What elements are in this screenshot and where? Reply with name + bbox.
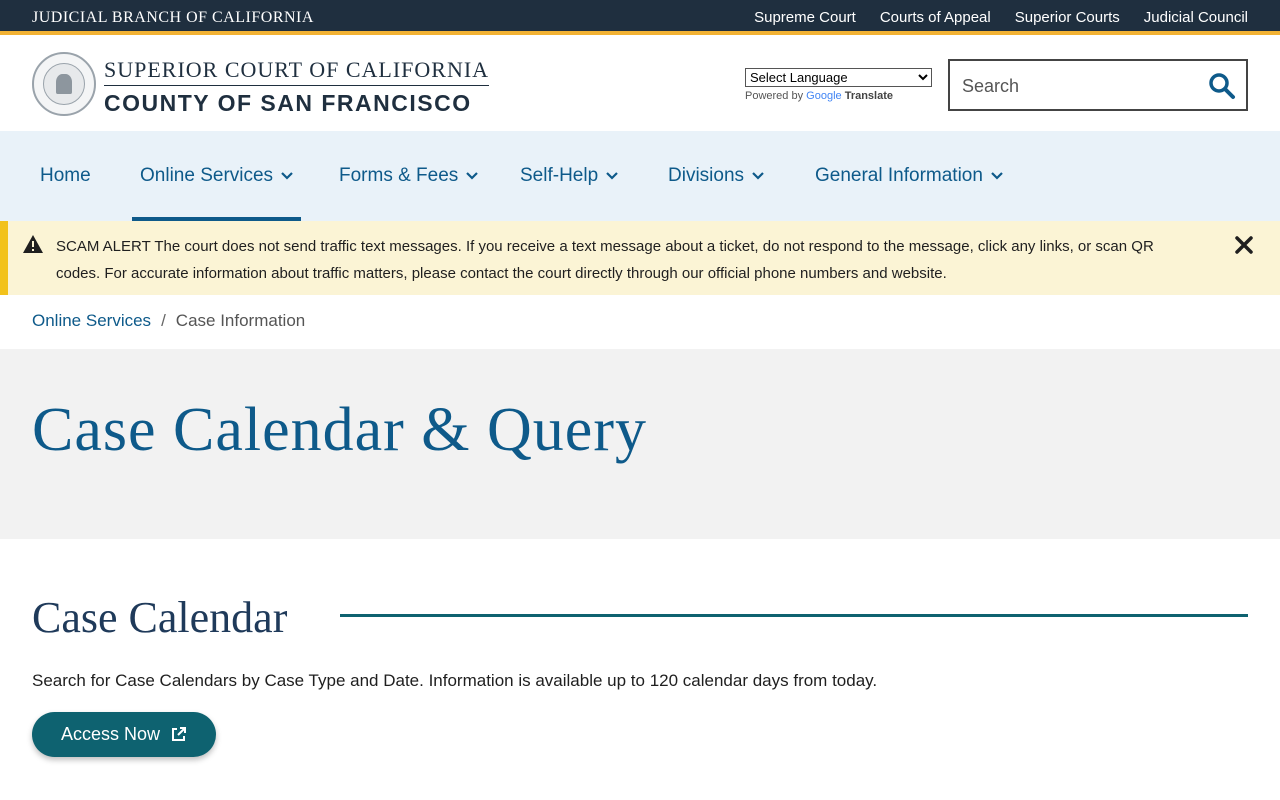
nav-online-services[interactable]: Online Services (131, 131, 302, 221)
breadcrumb-current: Case Information (175, 311, 306, 330)
language-select[interactable]: Select Language (745, 68, 932, 87)
court-name-line2: County of San Francisco (104, 90, 472, 116)
chevron-down-icon (281, 172, 293, 180)
scam-alert-banner: SCAM ALERT The court does not send traff… (0, 221, 1280, 295)
judicial-branch-brand[interactable]: Judicial Branch of California (32, 9, 314, 27)
nav-forms-fees-label: Forms & Fees (339, 165, 459, 186)
alert-title: SCAM ALERT (56, 238, 151, 255)
link-superior-courts[interactable]: Superior Courts (1015, 9, 1120, 26)
court-name-line1: Superior Court of California (104, 57, 490, 86)
breadcrumb-online-services[interactable]: Online Services (32, 311, 151, 331)
chevron-down-icon (991, 172, 1003, 180)
court-seal-logo[interactable] (32, 52, 96, 116)
google-logo-text[interactable]: Google (806, 90, 841, 102)
court-name-logo[interactable]: Superior Court of California County of S… (104, 57, 490, 117)
nav-home[interactable]: Home (40, 131, 91, 221)
powered-by-google: Powered by Google Translate (745, 90, 932, 102)
google-translate-widget: Select Language Powered by Google Transl… (745, 68, 932, 102)
nav-general-information[interactable]: General Information (815, 131, 1003, 221)
search-icon[interactable] (1208, 72, 1236, 100)
top-links: Supreme Court Courts of Appeal Superior … (754, 9, 1248, 26)
alert-message: The court does not send traffic text mes… (56, 238, 1154, 282)
link-supreme-court[interactable]: Supreme Court (754, 9, 856, 26)
page-hero: Case Calendar & Query (0, 349, 1280, 539)
link-courts-of-appeal[interactable]: Courts of Appeal (880, 9, 991, 26)
translate-label[interactable]: Translate (845, 90, 893, 102)
access-now-button[interactable]: Access Now (32, 712, 216, 757)
section-description: Search for Case Calendars by Case Type a… (32, 671, 878, 690)
nav-self-help[interactable]: Self-Help (520, 131, 618, 221)
breadcrumb: Online Services / Case Information (32, 311, 305, 331)
breadcrumb-separator: / (161, 311, 166, 330)
site-header: Superior Court of California County of S… (0, 39, 1280, 131)
close-icon[interactable] (1234, 235, 1254, 255)
nav-divisions[interactable]: Divisions (668, 131, 764, 221)
access-now-label: Access Now (60, 724, 161, 744)
chevron-down-icon (752, 172, 764, 180)
nav-self-help-label: Self-Help (520, 165, 599, 186)
nav-divisions-label: Divisions (668, 165, 745, 186)
chevron-down-icon (606, 172, 618, 180)
nav-forms-fees[interactable]: Forms & Fees (339, 131, 479, 221)
chevron-down-icon (466, 172, 479, 180)
nav-general-information-label: General Information (815, 165, 983, 186)
main-nav: Home Online Services Forms & Fees Self-H… (0, 131, 1280, 221)
search-box (948, 59, 1248, 111)
link-judicial-council[interactable]: Judicial Council (1144, 9, 1248, 26)
page-title: Case Calendar & Query (32, 396, 647, 464)
section-divider (340, 614, 1248, 617)
top-utility-bar: Judicial Branch of California Supreme Co… (0, 0, 1280, 35)
section-title: Case Calendar (32, 593, 288, 642)
alert-text: SCAM ALERT The court does not send traff… (56, 233, 1196, 287)
powered-by-label: Powered by (745, 90, 804, 102)
external-link-icon (172, 727, 187, 741)
search-input[interactable] (962, 73, 1192, 99)
nav-online-services-label: Online Services (140, 165, 274, 186)
nav-home-label: Home (40, 165, 91, 186)
warning-icon (23, 235, 43, 253)
